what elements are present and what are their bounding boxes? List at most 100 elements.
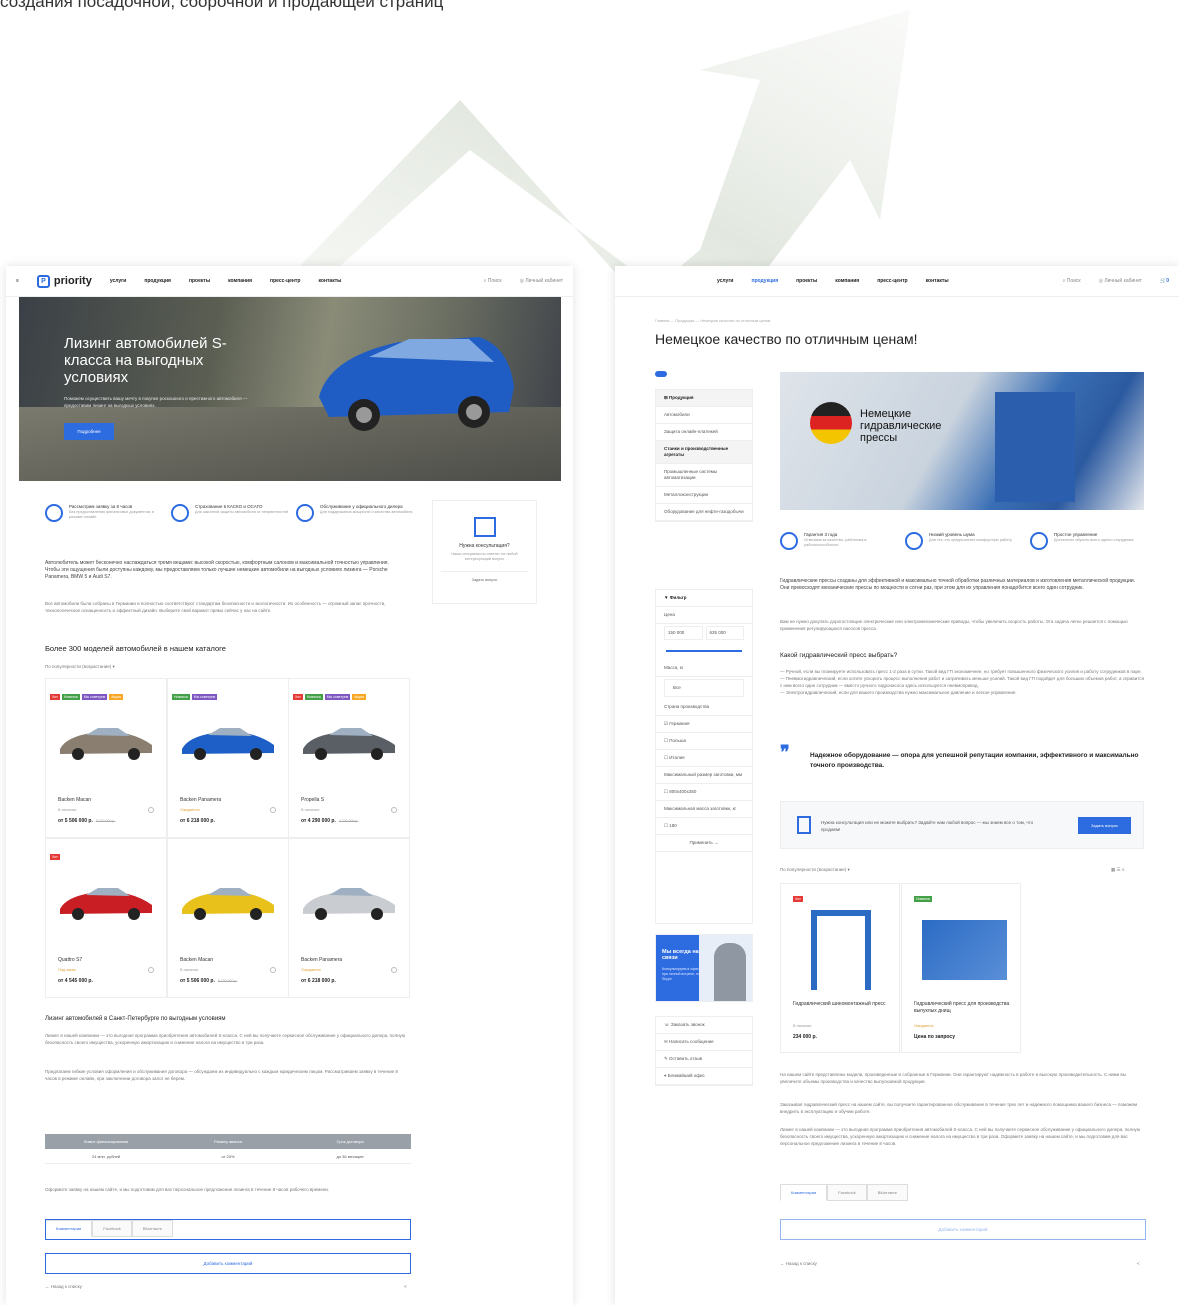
product-card[interactable]: Новинка Гидравлический пресс для произво… bbox=[901, 883, 1021, 1053]
old-price: 5 700 000 р. bbox=[95, 819, 116, 823]
price-slider[interactable] bbox=[666, 650, 742, 652]
country-germany-checkbox[interactable]: ☑ Германия bbox=[656, 716, 752, 733]
car-price: от 5 506 000 р. 5 700 000 р. bbox=[58, 818, 116, 824]
filter-header[interactable]: ▼ Фильтр bbox=[656, 590, 752, 607]
car-name[interactable]: Backen Macan bbox=[180, 957, 213, 963]
search-link[interactable]: ⌕ Поиск bbox=[1063, 278, 1081, 284]
apply-filter-button[interactable]: Применить → bbox=[656, 835, 752, 852]
nav-press[interactable]: пресс-центр bbox=[877, 278, 907, 284]
car-price: от 6 218 000 р. bbox=[180, 818, 215, 824]
press-banner: Немецкие гидравлические прессы bbox=[780, 372, 1144, 510]
view-switch-icons[interactable]: ▦ ☰ ≡ bbox=[1111, 866, 1124, 873]
nav-services[interactable]: услуги bbox=[717, 278, 733, 284]
price-min-input[interactable]: 150 000 bbox=[664, 626, 703, 640]
back-link[interactable]: ← Назад к списку bbox=[45, 1283, 82, 1290]
nav-products[interactable]: продукция bbox=[144, 278, 171, 284]
nav-contacts[interactable]: контакты bbox=[926, 278, 949, 284]
clock-icon bbox=[45, 504, 63, 522]
compare-icon[interactable] bbox=[270, 967, 276, 973]
nav-projects[interactable]: проекты bbox=[189, 278, 210, 284]
compare-icon[interactable] bbox=[148, 967, 154, 973]
hero-title: Лизинг автомобилей S-класса на выгодных … bbox=[64, 335, 227, 386]
car-name[interactable]: Backen Macan bbox=[58, 797, 91, 803]
car-card[interactable]: Хит Новинка Мы советуем Акция Backen Macan В … bbox=[45, 678, 167, 838]
back-link[interactable]: ← Назад к списку bbox=[780, 1260, 817, 1267]
cabinet-link[interactable]: ◎ Личный кабинет bbox=[1099, 278, 1142, 284]
compare-icon[interactable] bbox=[391, 967, 397, 973]
car-card[interactable]: Хит Quattro S7 Под заказ от 4 545 000 р. bbox=[45, 838, 167, 998]
press-machine-image bbox=[995, 392, 1075, 502]
nav-projects[interactable]: проекты bbox=[796, 278, 817, 284]
callback-link[interactable]: ☏ Заказать звонок bbox=[656, 1017, 752, 1034]
country-italy-checkbox[interactable]: ☐ Италия bbox=[656, 750, 752, 767]
car-image bbox=[303, 888, 395, 920]
car-price: от 5 506 000 р. 5 700 000 р. bbox=[180, 978, 238, 984]
share-icon[interactable]: < bbox=[1137, 1260, 1140, 1267]
hero-more-button[interactable]: Подробнее bbox=[64, 423, 114, 440]
car-price: от 6 218 000 р. bbox=[301, 978, 336, 984]
car-card[interactable]: Новинка Мы советуем Backen Panamera Ожидает… bbox=[167, 678, 289, 838]
badge: Хит bbox=[50, 854, 60, 860]
toggle-switch[interactable] bbox=[655, 371, 667, 377]
car-name[interactable]: Propella S bbox=[301, 797, 324, 803]
ask-banner: Нужна консультация или не можете выбрать… bbox=[780, 801, 1144, 849]
tab-facebook[interactable]: Facebook bbox=[827, 1184, 867, 1201]
car-card[interactable]: Backen Macan В наличии от 5 506 000 р. 5 70… bbox=[167, 838, 289, 998]
bulb-icon bbox=[1030, 532, 1048, 550]
product-card[interactable]: Хит Гидравлический шиномонтажный пресс В… bbox=[780, 883, 900, 1053]
stock-status: В наличии bbox=[180, 968, 199, 972]
review-link[interactable]: ✎ Оставить отзыв bbox=[656, 1051, 752, 1068]
press-product-image bbox=[811, 910, 871, 990]
compare-icon[interactable] bbox=[148, 807, 154, 813]
nav-products[interactable]: продукция bbox=[751, 278, 778, 284]
sort-select[interactable]: По популярности (возрастание) ▾ bbox=[780, 866, 850, 873]
ask-question-button[interactable]: Задать вопрос bbox=[1078, 817, 1131, 834]
tab-comments[interactable]: Комментарии bbox=[780, 1184, 828, 1201]
add-comment-button[interactable]: Добавить комментарий bbox=[45, 1253, 411, 1274]
left-header: ≡ Ppriority услуги продукция проекты ком… bbox=[6, 266, 573, 297]
menu-icon[interactable]: ≡ bbox=[16, 278, 19, 284]
spacer bbox=[45, 1219, 411, 1240]
car-price: от 4 545 000 р. bbox=[58, 978, 93, 984]
car-name[interactable]: Backen Panamera bbox=[301, 957, 342, 963]
nav-press[interactable]: пресс-центр bbox=[270, 278, 300, 284]
badge: Новинка bbox=[61, 694, 80, 700]
tab-vk[interactable]: ВКонтакте bbox=[866, 1184, 909, 1201]
nav-contacts[interactable]: контакты bbox=[318, 278, 341, 284]
consultant-photo bbox=[714, 943, 746, 1001]
ask-question-button[interactable]: Задать вопрос bbox=[441, 571, 528, 582]
car-card[interactable]: Backen Panamera Ожидается от 6 218 000 р. bbox=[288, 838, 410, 998]
car-price: от 4 290 000 р. 4 700 000 р. bbox=[301, 818, 359, 824]
car-name[interactable]: Backen Panamera bbox=[180, 797, 221, 803]
cart-icon[interactable]: 🛒0 bbox=[1160, 278, 1169, 284]
badge: Акция bbox=[352, 694, 366, 700]
add-comment-button[interactable]: Добавить комментарий bbox=[780, 1219, 1146, 1240]
old-price: 4 700 000 р. bbox=[338, 819, 359, 823]
nav-services[interactable]: услуги bbox=[110, 278, 126, 284]
compare-icon[interactable] bbox=[391, 807, 397, 813]
document-icon bbox=[797, 816, 811, 834]
mass-select[interactable]: Все bbox=[664, 679, 744, 697]
share-icon[interactable]: < bbox=[404, 1283, 407, 1290]
car-card[interactable]: Хит Новинка Мы советуем Акция Propella S В на… bbox=[288, 678, 410, 838]
breadcrumb: Главная — Продукция — Немецкое качество … bbox=[655, 319, 771, 323]
message-link[interactable]: ✉ Написать сообщение bbox=[656, 1034, 752, 1051]
office-link[interactable]: ⌖ Ближайший офис bbox=[656, 1068, 752, 1085]
search-link[interactable]: ⌕ Поиск bbox=[484, 278, 502, 284]
catalog-menu: ⊞ Продукция Автомобили Защита онлайн-пла… bbox=[655, 389, 753, 522]
feature-2: Страхование в КАСКО и ОСАГО Для законной … bbox=[171, 504, 291, 522]
weight-checkbox[interactable]: ☐ 180 bbox=[656, 818, 752, 835]
cabinet-link[interactable]: ◎ Личный кабинет bbox=[520, 278, 563, 284]
nav-company[interactable]: компания bbox=[835, 278, 859, 284]
nav-company[interactable]: компания bbox=[228, 278, 252, 284]
logo[interactable]: Ppriority bbox=[36, 274, 92, 288]
sort-select[interactable]: По популярности (возрастание) ▾ bbox=[45, 663, 115, 670]
quote-block: ❞ Надежное оборудование — опора для успеш… bbox=[780, 742, 1139, 769]
car-name[interactable]: Quattro S7 bbox=[58, 957, 82, 963]
menu-header[interactable]: ⊞ Продукция bbox=[656, 390, 752, 407]
price-max-input[interactable]: 635 000 bbox=[705, 626, 744, 640]
country-poland-checkbox[interactable]: ☐ Польша bbox=[656, 733, 752, 750]
compare-icon[interactable] bbox=[270, 807, 276, 813]
old-price: 5 700 000 р. bbox=[217, 979, 238, 983]
size-checkbox[interactable]: ☐ 800х400х350 bbox=[656, 784, 752, 801]
